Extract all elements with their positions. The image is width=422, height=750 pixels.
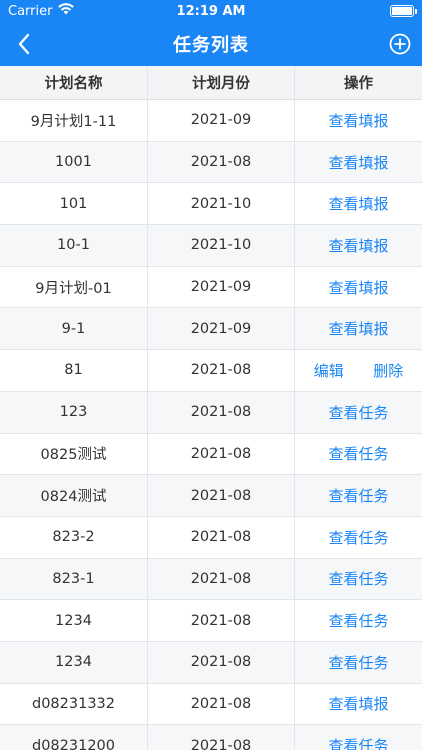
header-actions: 操作: [344, 76, 373, 92]
view-report-link[interactable]: 查看填报: [328, 112, 388, 130]
plan-month-cell: 2021-08: [148, 433, 295, 475]
plus-circle-icon: [389, 33, 411, 55]
actions-cell: 查看填报: [295, 308, 422, 349]
table-row[interactable]: 101 2021-10 查看填报: [0, 183, 422, 226]
plan-name-cell: 81: [0, 350, 148, 391]
table-row[interactable]: 9月计划-01 2021-09 查看填报: [0, 266, 422, 309]
plan-name-cell: 0824测试: [0, 475, 148, 516]
plan-month-cell: 2021-10: [148, 183, 295, 225]
view-report-link[interactable]: 查看填报: [328, 695, 388, 713]
status-bar: Carrier 12:19 AM: [0, 0, 422, 22]
actions-cell: 查看填报: [295, 142, 422, 183]
nav-bar: 任务列表: [0, 22, 422, 66]
plan-month-cell: 2021-08: [148, 391, 295, 433]
table-row[interactable]: 81 2021-08 编辑 删除: [0, 350, 422, 392]
battery-level: [392, 7, 412, 15]
actions-cell: 查看填报: [295, 684, 422, 725]
actions-cell: 查看任务: [295, 725, 422, 750]
actions-cell: 编辑 删除: [295, 350, 422, 391]
actions-cell: 查看填报: [295, 183, 422, 224]
header-plan-month: 计划月份: [148, 66, 295, 99]
view-report-link[interactable]: 查看填报: [328, 320, 388, 338]
view-report-link[interactable]: 查看填报: [328, 195, 388, 213]
add-task-button[interactable]: [388, 32, 412, 56]
plan-name-cell: 123: [0, 391, 148, 433]
plan-month-cell: 2021-08: [148, 641, 295, 683]
table-body: 9月计划1-11 2021-09 查看填报 1001 2021-08 查看填报 101 202…: [0, 100, 422, 750]
table-row[interactable]: 0824测试 2021-08 查看任务: [0, 475, 422, 517]
table-row[interactable]: 1001 2021-08 查看填报: [0, 141, 422, 184]
plan-month-cell: 2021-09: [148, 100, 295, 141]
plan-month-cell: 2021-09: [148, 266, 295, 308]
status-left: Carrier: [8, 3, 75, 19]
plan-month-cell: 2021-08: [148, 516, 295, 558]
actions-cell: 查看任务: [295, 642, 422, 683]
view-task-link[interactable]: 查看任务: [328, 570, 388, 588]
table-row[interactable]: 9月计划1-11 2021-09 查看填报: [0, 100, 422, 142]
plan-month-cell: 2021-08: [148, 600, 295, 641]
plan-name-cell: d08231200: [0, 725, 148, 750]
view-report-link[interactable]: 查看填报: [328, 237, 388, 255]
actions-cell: 查看任务: [295, 559, 422, 600]
page-title: 任务列表: [173, 35, 249, 56]
plan-name-cell: 9月计划1-11: [0, 100, 148, 141]
plan-month-cell: 2021-08: [148, 141, 295, 183]
back-button[interactable]: [10, 30, 38, 58]
plan-name-cell: 1234: [0, 600, 148, 641]
plan-month-cell: 2021-08: [148, 683, 295, 725]
wifi-icon: [58, 3, 75, 19]
actions-cell: 查看任务: [295, 434, 422, 475]
header-plan-name: 计划名称: [0, 66, 148, 99]
battery-icon: [390, 5, 417, 17]
plan-month-cell: 2021-08: [148, 725, 295, 750]
table-header: 计划名称 计划月份 操作: [0, 66, 422, 100]
view-task-link[interactable]: 查看任务: [328, 737, 388, 750]
chevron-left-icon: [18, 33, 30, 55]
table-row[interactable]: 9-1 2021-09 查看填报: [0, 308, 422, 351]
actions-cell: 查看任务: [295, 392, 422, 433]
actions-cell: 查看填报: [295, 225, 422, 266]
plan-name-cell: 10-1: [0, 225, 148, 266]
view-task-link[interactable]: 查看任务: [328, 487, 388, 505]
plan-name-cell: 1234: [0, 641, 148, 683]
carrier-label: Carrier: [8, 3, 53, 19]
view-task-link[interactable]: 查看任务: [328, 404, 388, 422]
plan-month-cell: 2021-10: [148, 225, 295, 266]
plan-month-cell: 2021-09: [148, 308, 295, 350]
view-report-link[interactable]: 查看填报: [328, 154, 388, 172]
table-row[interactable]: 10-1 2021-10 查看填报: [0, 225, 422, 267]
plan-month-cell: 2021-08: [148, 475, 295, 516]
plan-name-cell: 1001: [0, 141, 148, 183]
plan-name-cell: 0825测试: [0, 433, 148, 475]
actions-cell: 查看填报: [295, 267, 422, 308]
plan-name-cell: 823-2: [0, 516, 148, 558]
plan-name-cell: 9-1: [0, 308, 148, 350]
table-row[interactable]: 1234 2021-08 查看任务: [0, 600, 422, 642]
table-row[interactable]: d08231200 2021-08 查看任务: [0, 725, 422, 750]
plan-name-cell: d08231332: [0, 683, 148, 725]
view-task-link[interactable]: 查看任务: [328, 529, 388, 547]
delete-link[interactable]: 删除: [373, 360, 403, 381]
plan-month-cell: 2021-08: [148, 558, 295, 600]
actions-cell: 查看任务: [295, 600, 422, 641]
view-task-link[interactable]: 查看任务: [328, 612, 388, 630]
edit-link[interactable]: 编辑: [314, 360, 344, 381]
table-row[interactable]: 823-1 2021-08 查看任务: [0, 558, 422, 601]
plan-month-cell: 2021-08: [148, 350, 295, 391]
view-task-link[interactable]: 查看任务: [328, 445, 388, 463]
actions-cell: 查看填报: [295, 100, 422, 141]
view-report-link[interactable]: 查看填报: [328, 279, 388, 297]
plan-name-cell: 9月计划-01: [0, 266, 148, 308]
table-row[interactable]: d08231332 2021-08 查看填报: [0, 683, 422, 726]
table-row[interactable]: 823-2 2021-08 查看任务: [0, 516, 422, 559]
actions-cell: 查看任务: [295, 517, 422, 558]
actions-cell: 查看任务: [295, 475, 422, 516]
table-row[interactable]: 0825测试 2021-08 查看任务: [0, 433, 422, 476]
plan-name-cell: 101: [0, 183, 148, 225]
task-table: 计划名称 计划月份 操作 9月计划1-11 2021-09 查看填报 1001 2021…: [0, 66, 422, 750]
plan-name-cell: 823-1: [0, 558, 148, 600]
table-row[interactable]: 123 2021-08 查看任务: [0, 391, 422, 434]
view-task-link[interactable]: 查看任务: [328, 654, 388, 672]
table-row[interactable]: 1234 2021-08 查看任务: [0, 641, 422, 684]
